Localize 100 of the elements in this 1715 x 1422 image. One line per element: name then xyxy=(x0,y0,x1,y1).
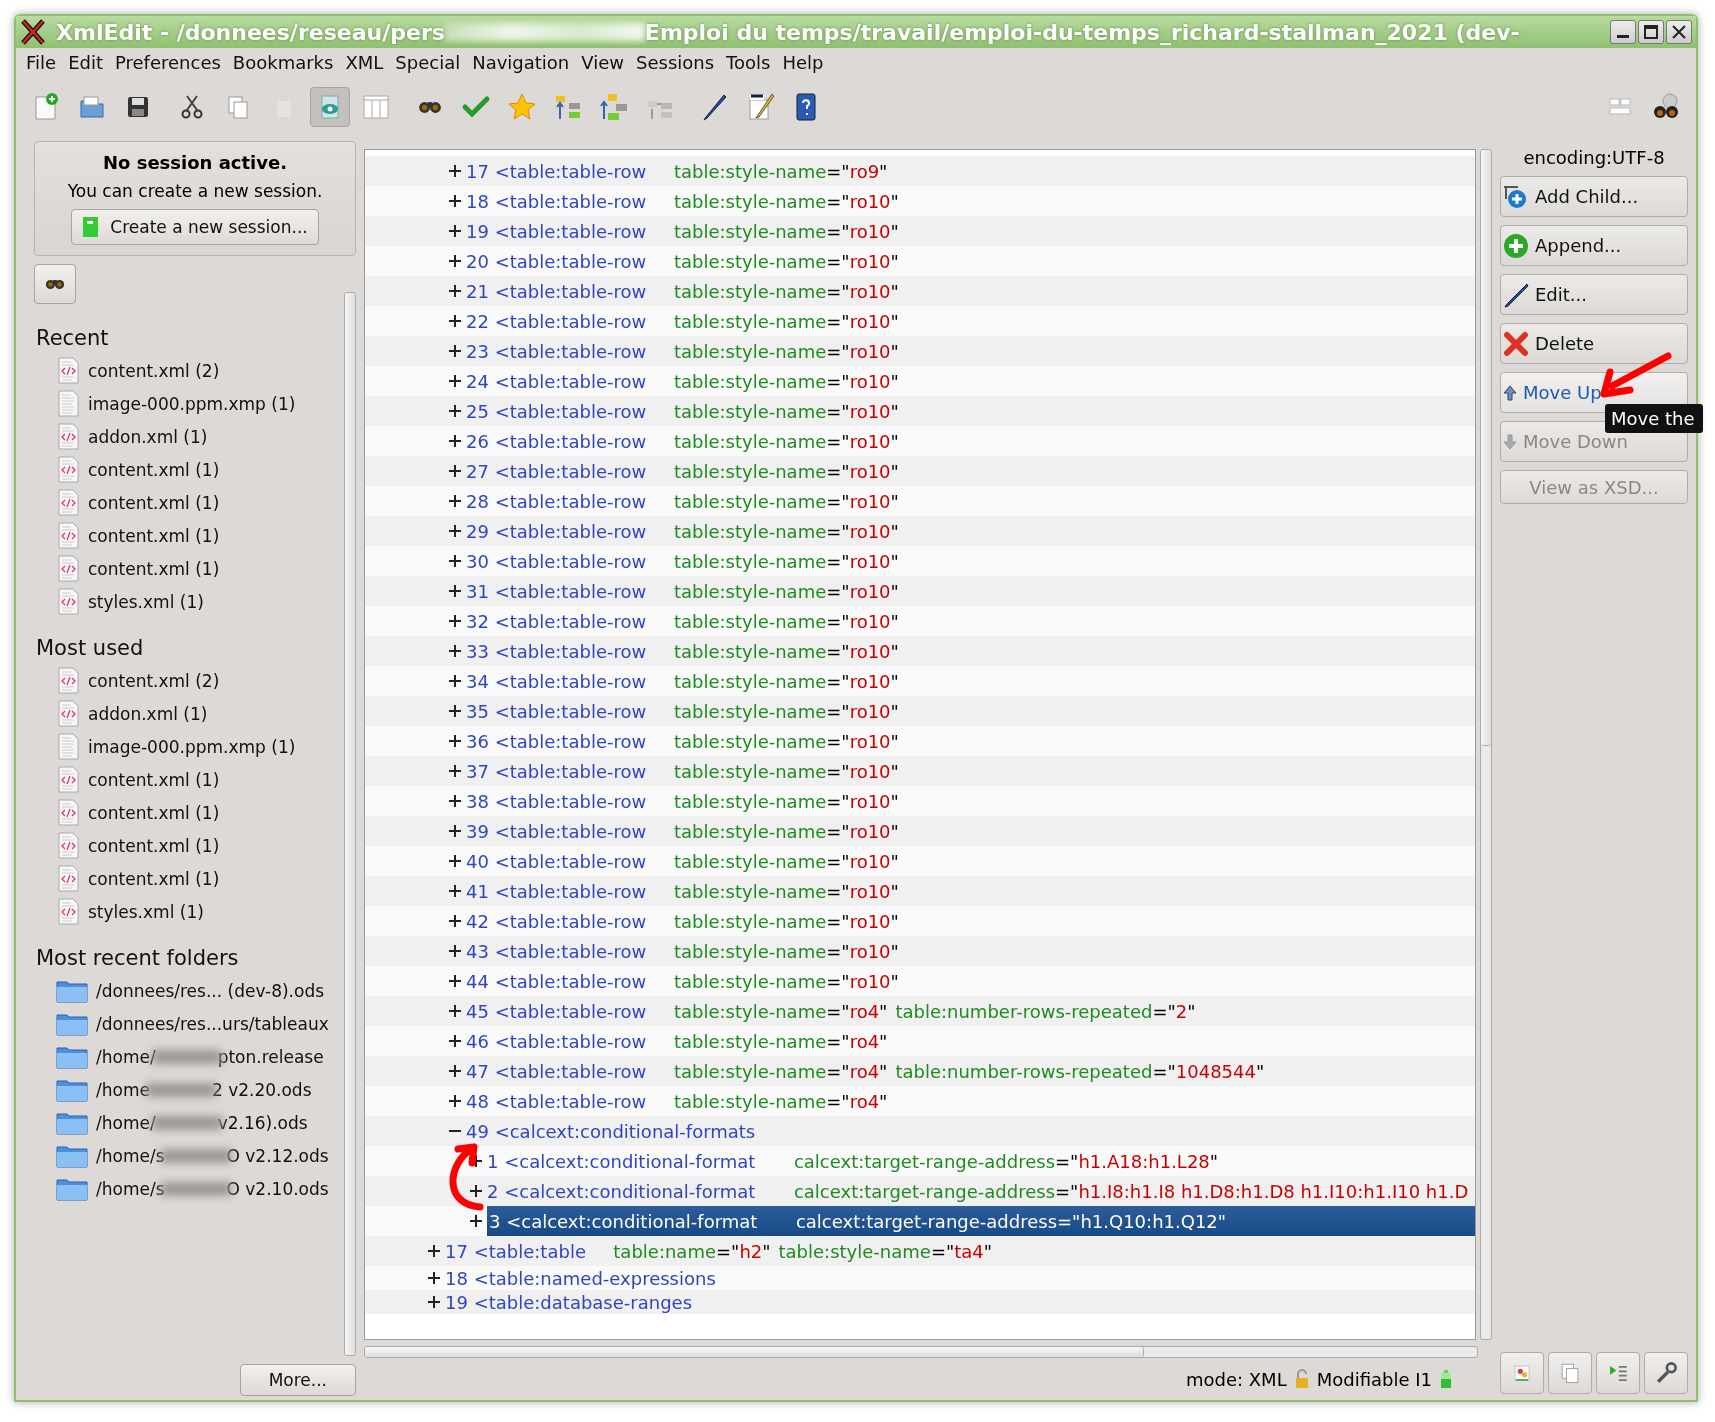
more-button[interactable]: More... xyxy=(239,1364,356,1396)
expand-icon[interactable] xyxy=(448,314,462,328)
expand-icon[interactable] xyxy=(448,794,462,808)
expand-icon[interactable] xyxy=(448,164,462,178)
wrench-button[interactable] xyxy=(1644,1352,1688,1394)
folder-path[interactable]: /home/ xyxy=(96,1112,156,1133)
attribute-text: table:style-name="ro10" xyxy=(673,520,899,542)
file-name[interactable]: content.xml (1) xyxy=(88,492,220,513)
menu-item[interactable]: View xyxy=(575,50,630,75)
action-button[interactable]: Append... xyxy=(1500,225,1688,266)
menu-item[interactable]: File xyxy=(20,50,63,75)
folder-path[interactable]: pton.release xyxy=(217,1046,324,1067)
expand-icon[interactable] xyxy=(448,884,462,898)
action-button[interactable]: Edit... xyxy=(1500,274,1688,315)
menu-item[interactable]: Navigation xyxy=(466,50,576,75)
scrollbar[interactable] xyxy=(1480,149,1492,1340)
menu-item[interactable]: Tools xyxy=(720,50,777,75)
expand-icon[interactable] xyxy=(448,644,462,658)
create-session-button[interactable]: Create a new session... xyxy=(71,209,319,245)
attribute-text: table:style-name="ro10" xyxy=(673,370,899,392)
expand-icon[interactable] xyxy=(448,944,462,958)
menu-item[interactable]: Special xyxy=(389,50,467,75)
expand-icon[interactable] xyxy=(448,674,462,688)
menu-item[interactable]: Preferences xyxy=(109,50,227,75)
expand-icon[interactable] xyxy=(448,494,462,508)
expand-icon[interactable] xyxy=(448,434,462,448)
action-button[interactable]: Add Child... xyxy=(1500,176,1688,217)
action-button[interactable]: Delete xyxy=(1500,323,1688,364)
expand-icon[interactable] xyxy=(448,734,462,748)
file-name[interactable]: content.xml (1) xyxy=(88,459,220,480)
folder-path[interactable]: /home/ xyxy=(96,1046,156,1067)
expand-icon[interactable] xyxy=(448,584,462,598)
folder-path[interactable]: 2 v2.20.ods xyxy=(211,1079,312,1100)
file-name[interactable]: content.xml (1) xyxy=(88,525,220,546)
preview-tool-button[interactable] xyxy=(310,87,350,127)
expand-icon[interactable] xyxy=(448,704,462,718)
session-message: You can create a new session. xyxy=(67,181,323,201)
expand-icon[interactable] xyxy=(427,1271,441,1285)
run-list-button[interactable] xyxy=(1596,1352,1640,1394)
folder-path[interactable]: O v2.12.ods xyxy=(226,1145,329,1166)
expand-icon[interactable] xyxy=(448,404,462,418)
menu-item[interactable]: Edit xyxy=(62,50,109,75)
folder-path[interactable]: /home/s xyxy=(96,1178,165,1199)
node-label: 21 <table:table-row xyxy=(466,280,648,302)
expand-icon[interactable] xyxy=(448,614,462,628)
file-name[interactable]: content.xml (1) xyxy=(88,868,220,889)
expand-icon[interactable] xyxy=(448,374,462,388)
file-name[interactable]: content.xml (1) xyxy=(88,835,220,856)
expand-icon[interactable] xyxy=(448,974,462,988)
file-name[interactable]: image-000.ppm.xmp (1) xyxy=(88,393,296,414)
folder-path[interactable]: /donnees/res...urs/tableaux xyxy=(96,1013,329,1034)
expand-icon[interactable] xyxy=(448,914,462,928)
folder-path[interactable]: /home/s xyxy=(96,1145,165,1166)
expand-icon[interactable] xyxy=(448,764,462,778)
expand-icon[interactable] xyxy=(448,464,462,478)
file-name[interactable]: image-000.ppm.xmp (1) xyxy=(88,736,296,757)
menu-item[interactable]: Help xyxy=(776,50,830,75)
file-name[interactable]: styles.xml (1) xyxy=(88,901,204,922)
selected-row[interactable]: 3 <calcext:conditional-format calcext:target-range-address="h1.Q10:h1.Q12" xyxy=(487,1206,1475,1236)
expand-icon[interactable] xyxy=(448,1064,462,1078)
expand-icon[interactable] xyxy=(427,1244,441,1258)
expand-icon[interactable] xyxy=(448,284,462,298)
folder-path[interactable]: /home xyxy=(96,1079,150,1100)
menu-item[interactable]: Bookmarks xyxy=(226,50,340,75)
expand-icon[interactable] xyxy=(469,1214,483,1228)
colors-button[interactable] xyxy=(1500,1352,1544,1394)
file-name[interactable]: addon.xml (1) xyxy=(88,703,208,724)
attribute-text: table:style-name="ro10" xyxy=(673,490,899,512)
expand-icon[interactable] xyxy=(427,1295,441,1309)
expand-icon[interactable] xyxy=(448,344,462,358)
expand-icon[interactable] xyxy=(448,554,462,568)
expand-icon[interactable] xyxy=(448,1004,462,1018)
expand-icon[interactable] xyxy=(448,524,462,538)
file-name[interactable]: content.xml (1) xyxy=(88,802,220,823)
file-name[interactable]: styles.xml (1) xyxy=(88,591,204,612)
file-name[interactable]: content.xml (1) xyxy=(88,558,220,579)
expand-icon[interactable] xyxy=(448,1094,462,1108)
file-name[interactable]: content.xml (2) xyxy=(88,670,220,691)
scrollbar[interactable] xyxy=(364,1346,1478,1358)
scrollbar[interactable] xyxy=(344,292,356,1356)
expand-icon[interactable] xyxy=(448,854,462,868)
find-button[interactable] xyxy=(34,264,76,304)
file-name[interactable]: content.xml (2) xyxy=(88,360,220,381)
close-button[interactable] xyxy=(1666,20,1692,44)
minimize-button[interactable] xyxy=(1610,20,1636,44)
folder-path[interactable]: /donnees/res... (dev-8).ods xyxy=(96,980,325,1001)
expand-icon[interactable] xyxy=(448,1034,462,1048)
menu-item[interactable]: Sessions xyxy=(630,50,721,75)
expand-icon[interactable] xyxy=(448,194,462,208)
expand-icon[interactable] xyxy=(448,824,462,838)
expand-icon[interactable] xyxy=(448,254,462,268)
menu-item[interactable]: XML xyxy=(339,50,390,75)
file-name[interactable]: addon.xml (1) xyxy=(88,426,208,447)
expand-icon[interactable] xyxy=(469,1184,483,1198)
maximize-button[interactable] xyxy=(1638,20,1664,44)
pencil-icon xyxy=(1503,281,1529,308)
expand-icon[interactable] xyxy=(448,224,462,238)
folder-path[interactable]: O v2.10.ods xyxy=(226,1178,329,1199)
folder-path[interactable]: v2.16).ods xyxy=(217,1112,308,1133)
file-name[interactable]: content.xml (1) xyxy=(88,769,220,790)
